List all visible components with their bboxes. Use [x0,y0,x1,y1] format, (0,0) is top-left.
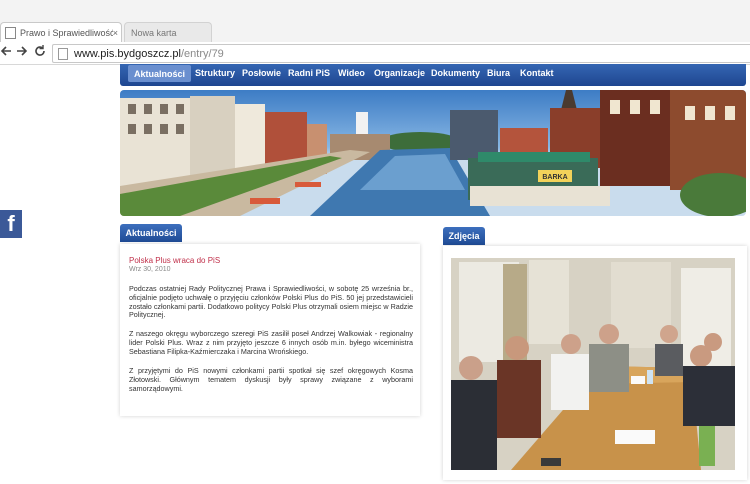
tab-pis[interactable]: Prawo i Sprawiedliwość - × [0,22,122,42]
menu-item-dokumenty[interactable]: Dokumenty [425,64,486,82]
article-title[interactable]: Polska Plus wraca do PiS [129,256,220,265]
url-input[interactable]: www.pis.bydgoszcz.pl/entry/79 [52,44,750,63]
page-icon [5,26,16,39]
tab-title: Nowa karta [131,27,177,38]
tab-aktualnosci[interactable]: Aktualności [120,224,182,242]
meeting-photo-drawing [451,258,735,470]
menu-item-radni-pis[interactable]: Radni PiS [282,64,336,82]
menu-item-poslowie[interactable]: Posłowie [236,64,287,82]
tab-title: Prawo i Sprawiedliwość - [20,27,113,38]
address-bar: www.pis.bydgoszcz.pl/entry/79 [0,42,750,65]
page-icon [58,47,68,60]
browser-tab-strip: Prawo i Sprawiedliwość - × Nowa karta [0,0,750,42]
menu-item-struktury[interactable]: Struktury [189,64,241,82]
menu-item-kontakt[interactable]: Kontakt [514,64,560,82]
banner-image: BARKA [120,90,746,216]
main-menu: Aktualności Struktury Posłowie Radni PiS… [120,64,746,86]
banner-panorama: BARKA [120,90,746,216]
url-path: /entry/79 [181,47,224,60]
photos-panel [443,246,747,480]
back-arrow-icon[interactable] [0,44,12,62]
article-date: Wrz 30, 2010 [129,266,171,273]
article-paragraph-2: Z naszego okręgu wyborczego szeregi PiS … [129,329,413,356]
close-icon[interactable]: × [113,28,118,38]
facebook-icon[interactable]: f [0,210,22,238]
tab-zdjecia[interactable]: Zdjęcia [443,227,485,245]
article-paragraph-3: Z przyjętymi do PiS nowymi członkami par… [129,366,413,393]
forward-arrow-icon[interactable] [16,44,28,62]
menu-item-wideo[interactable]: Wideo [332,64,371,82]
reload-icon[interactable] [34,44,46,62]
tab-new[interactable]: Nowa karta [124,22,212,42]
article-paragraph-1: Podczas ostatniej Rady Politycznej Prawa… [129,284,413,320]
meeting-photo[interactable] [451,258,735,470]
menu-item-aktualnosci[interactable]: Aktualności [128,65,192,82]
banner-sign: BARKA [542,174,567,181]
menu-item-organizacje[interactable]: Organizacje [368,64,431,82]
menu-item-biura[interactable]: Biura [481,64,516,82]
news-panel: Polska Plus wraca do PiS Wrz 30, 2010 Po… [120,244,420,416]
url-host: www.pis.bydgoszcz.pl [74,47,181,60]
